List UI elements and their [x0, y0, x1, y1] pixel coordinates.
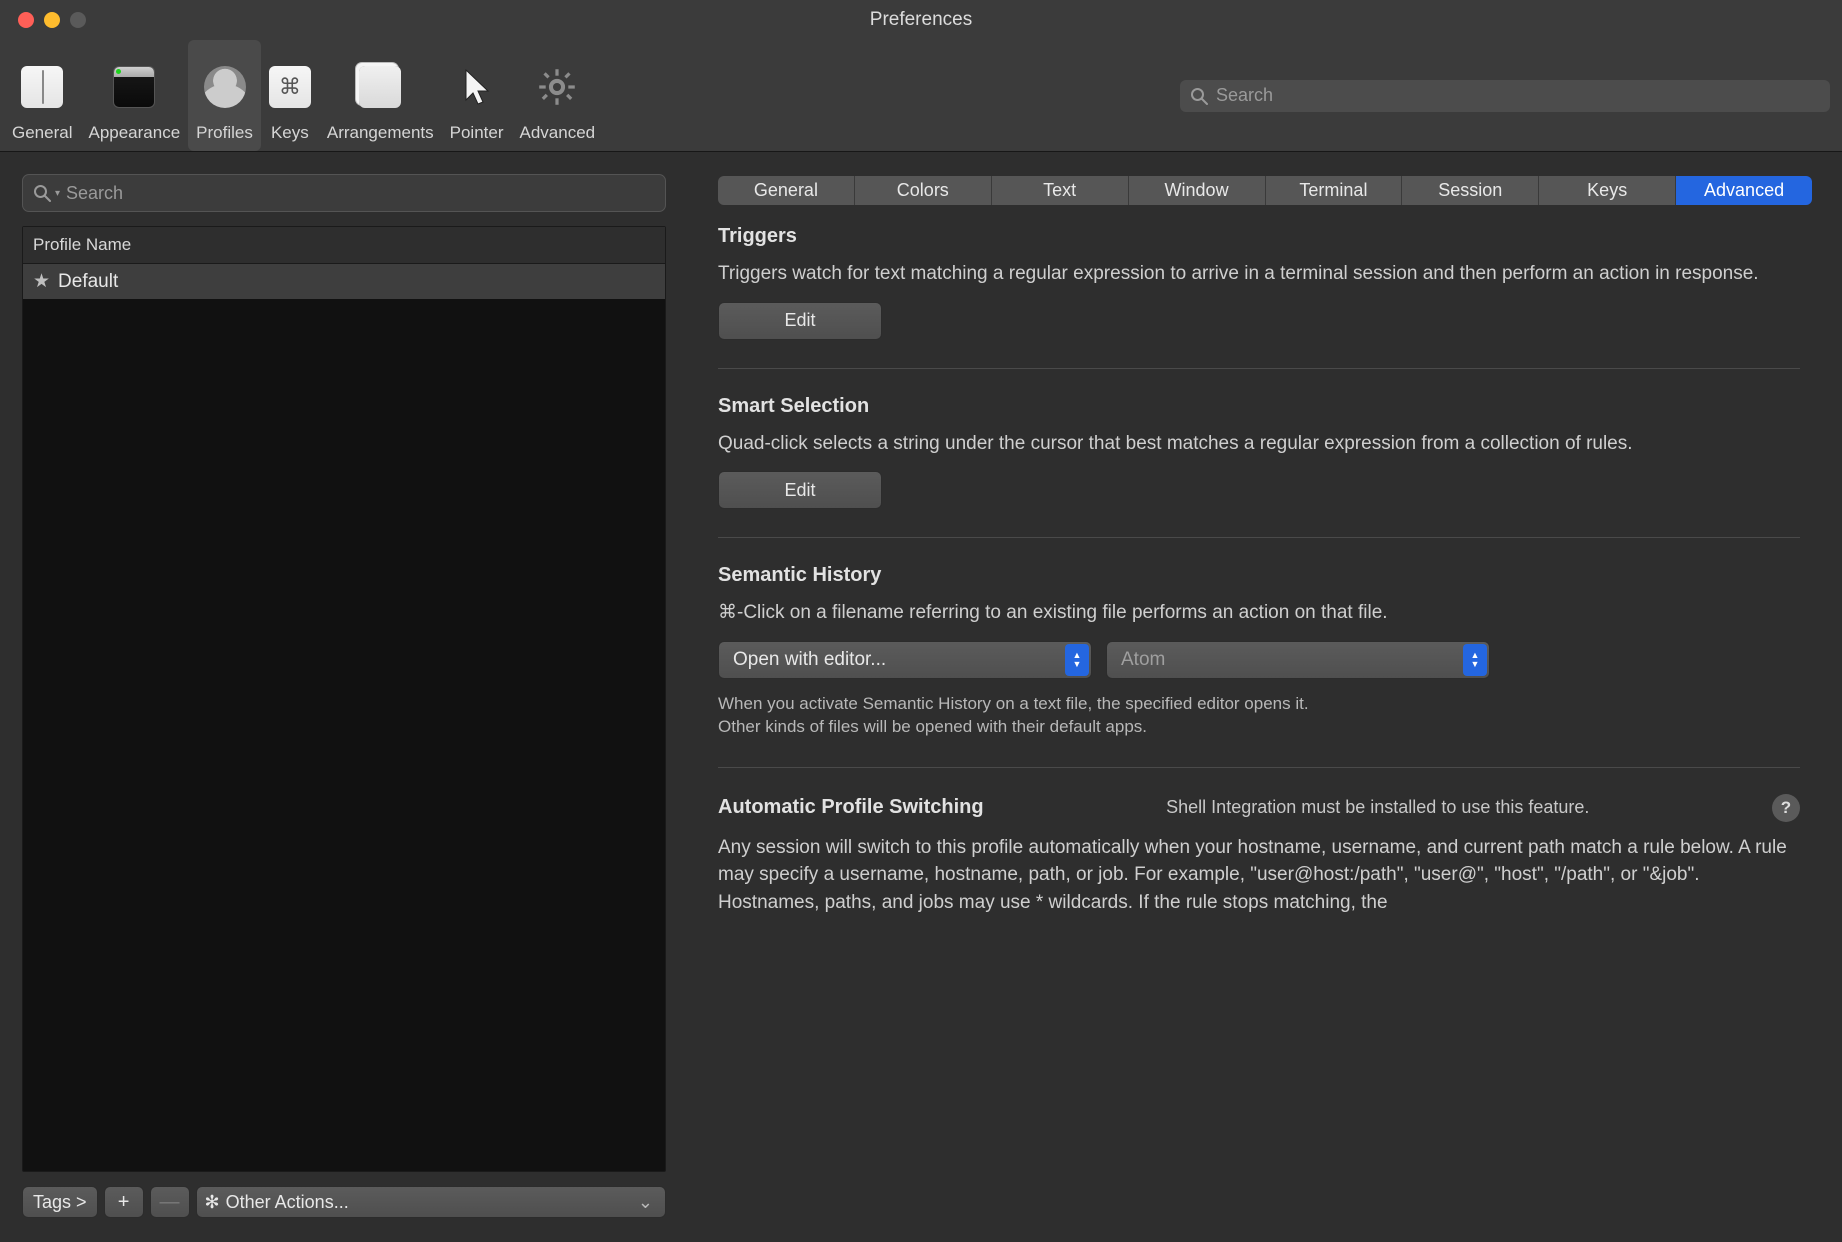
- content-scroll[interactable]: Triggers Triggers watch for text matchin…: [718, 205, 1812, 1233]
- edit-smart-selection-button[interactable]: Edit: [718, 471, 882, 509]
- arrangements-icon: [359, 66, 401, 108]
- tab-keys[interactable]: Keys: [1539, 176, 1676, 205]
- section-note: When you activate Semantic History on a …: [718, 693, 1800, 716]
- search-icon: [1190, 87, 1208, 105]
- profile-tabs: General Colors Text Window Terminal Sess…: [718, 176, 1812, 205]
- section-desc: Triggers watch for text matching a regul…: [718, 260, 1800, 288]
- help-button[interactable]: ?: [1772, 794, 1800, 822]
- other-actions-dropdown[interactable]: ✻ Other Actions... ⌄: [196, 1186, 666, 1218]
- toolbar-item-profiles[interactable]: Profiles: [188, 40, 261, 151]
- profile-name: Default: [58, 271, 118, 293]
- gear-icon: ✻: [205, 1192, 220, 1213]
- sidebar-search[interactable]: ▾: [22, 174, 666, 212]
- toolbar-item-general[interactable]: General: [4, 40, 80, 151]
- stepper-icon: [1463, 644, 1487, 676]
- toolbar-search-input[interactable]: [1216, 85, 1820, 106]
- main-panel: General Colors Text Window Terminal Sess…: [688, 152, 1842, 1242]
- add-profile-button[interactable]: +: [104, 1186, 144, 1218]
- semantic-editor-select[interactable]: Atom: [1106, 641, 1490, 679]
- toolbar-label: Advanced: [520, 123, 596, 143]
- tab-advanced[interactable]: Advanced: [1676, 176, 1812, 205]
- section-semantic-history: Semantic History ⌘-Click on a filename r…: [718, 564, 1800, 767]
- toolbar-item-arrangements[interactable]: Arrangements: [319, 40, 442, 151]
- toolbar-label: Arrangements: [327, 123, 434, 143]
- chevron-down-icon[interactable]: ▾: [55, 188, 60, 199]
- section-title: Automatic Profile Switching: [718, 796, 984, 819]
- select-value: Atom: [1121, 649, 1165, 671]
- star-icon: ★: [33, 270, 50, 293]
- toolbar-item-pointer[interactable]: Pointer: [442, 40, 512, 151]
- search-icon: [33, 184, 51, 202]
- section-note: Other kinds of files will be opened with…: [718, 716, 1800, 739]
- stepper-icon: [1065, 644, 1089, 676]
- titlebar: Preferences: [0, 0, 1842, 40]
- section-triggers: Triggers Triggers watch for text matchin…: [718, 225, 1800, 369]
- general-icon: [21, 66, 63, 108]
- section-smart-selection: Smart Selection Quad-click selects a str…: [718, 395, 1800, 539]
- sidebar-search-input[interactable]: [66, 183, 655, 204]
- toolbar-label: Profiles: [196, 123, 253, 143]
- minimize-icon[interactable]: [44, 12, 60, 28]
- other-actions-label: Other Actions...: [226, 1192, 349, 1213]
- tab-session[interactable]: Session: [1402, 176, 1539, 205]
- section-automatic-profile-switching: Automatic Profile Switching Shell Integr…: [718, 794, 1800, 959]
- section-title: Smart Selection: [718, 395, 1800, 418]
- remove-profile-button[interactable]: —: [150, 1186, 190, 1218]
- close-icon[interactable]: [18, 12, 34, 28]
- toolbar-item-keys[interactable]: ⌘ Keys: [261, 40, 319, 151]
- traffic-lights: [0, 12, 86, 28]
- sidebar: ▾ Profile Name ★ Default Tags > + — ✻ Ot…: [0, 152, 688, 1242]
- toolbar-item-advanced[interactable]: Advanced: [512, 40, 604, 151]
- toolbar-label: Pointer: [450, 123, 504, 143]
- tab-window[interactable]: Window: [1129, 176, 1266, 205]
- profile-list-header[interactable]: Profile Name: [23, 227, 665, 264]
- tab-terminal[interactable]: Terminal: [1266, 176, 1403, 205]
- tab-text[interactable]: Text: [992, 176, 1129, 205]
- toolbar-item-appearance[interactable]: Appearance: [80, 40, 188, 151]
- edit-triggers-button[interactable]: Edit: [718, 302, 882, 340]
- toolbar-search[interactable]: [1180, 80, 1830, 112]
- section-title: Triggers: [718, 225, 1800, 248]
- toolbar-label: Keys: [271, 123, 309, 143]
- profile-list: Profile Name ★ Default: [22, 226, 666, 1172]
- section-desc: Any session will switch to this profile …: [718, 834, 1800, 917]
- profile-row[interactable]: ★ Default: [23, 264, 665, 299]
- appearance-icon: [113, 66, 155, 108]
- section-title: Semantic History: [718, 564, 1800, 587]
- toolbar-label: General: [12, 123, 72, 143]
- chevron-down-icon: ⌄: [638, 1192, 653, 1213]
- profiles-icon: [204, 66, 246, 108]
- sidebar-footer: Tags > + — ✻ Other Actions... ⌄: [22, 1172, 666, 1242]
- gear-icon: [536, 66, 578, 108]
- tab-general[interactable]: General: [718, 176, 855, 205]
- toolbar: General Appearance Profiles ⌘ Keys Arran…: [0, 40, 1842, 152]
- tab-colors[interactable]: Colors: [855, 176, 992, 205]
- window-title: Preferences: [0, 9, 1842, 31]
- toolbar-label: Appearance: [88, 123, 180, 143]
- keys-icon: ⌘: [269, 66, 311, 108]
- pointer-icon: [456, 66, 498, 108]
- section-desc: Quad-click selects a string under the cu…: [718, 430, 1800, 458]
- select-value: Open with editor...: [733, 649, 886, 671]
- section-note: Shell Integration must be installed to u…: [1166, 797, 1589, 818]
- semantic-action-select[interactable]: Open with editor...: [718, 641, 1092, 679]
- section-desc: ⌘-Click on a filename referring to an ex…: [718, 599, 1800, 627]
- tags-button[interactable]: Tags >: [22, 1186, 98, 1218]
- fullscreen-icon: [70, 12, 86, 28]
